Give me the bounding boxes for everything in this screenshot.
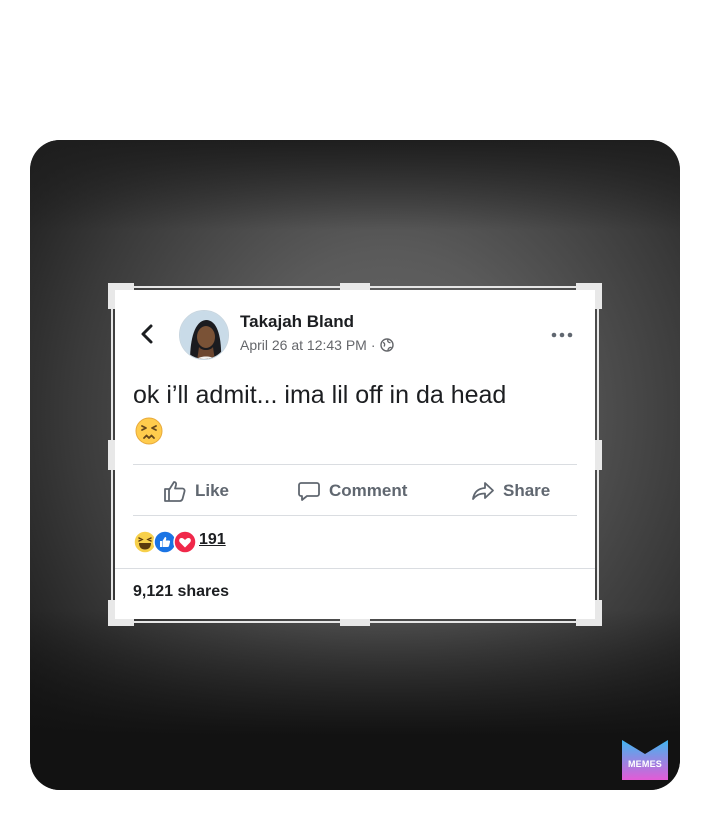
crop-handle-top-right-v[interactable] <box>595 283 602 309</box>
avatar-photo <box>180 311 228 359</box>
author-name[interactable]: Takajah Bland <box>240 312 354 332</box>
more-options-icon[interactable] <box>551 332 573 338</box>
comment-bubble-icon <box>298 482 320 501</box>
crop-handle-right-mid[interactable] <box>595 440 602 470</box>
crop-handle-bottom-right-v[interactable] <box>595 600 602 626</box>
comment-button[interactable]: Comment <box>297 478 407 504</box>
reaction-count[interactable]: 191 <box>199 531 226 549</box>
globe-icon <box>379 338 394 352</box>
memes-logo-label: MEMES <box>627 759 662 769</box>
actions-top-divider <box>133 464 577 465</box>
bottom-shade <box>30 610 680 790</box>
crop-handle-top-mid[interactable] <box>340 283 370 290</box>
post-card: Takajah Bland April 26 at 12:43 PM · ok … <box>115 290 595 619</box>
avatar[interactable] <box>179 310 229 360</box>
meta-separator: · <box>370 337 376 353</box>
shares-divider <box>115 568 595 569</box>
crop-handle-bottom-left-v[interactable] <box>108 600 115 626</box>
love-reaction-icon <box>173 530 197 554</box>
post-timestamp[interactable]: April 26 at 12:43 PM <box>240 337 367 353</box>
like-label: Like <box>195 481 230 500</box>
comment-label: Comment <box>329 481 408 500</box>
shares-count[interactable]: 9,121 shares <box>133 583 229 601</box>
like-button[interactable]: Like <box>163 478 229 504</box>
post-text: ok i’ll admit... ima lil off in da head <box>133 381 507 409</box>
crop-handle-left-mid[interactable] <box>108 440 115 470</box>
share-button[interactable]: Share <box>471 478 550 504</box>
actions-bottom-divider <box>133 515 577 516</box>
crop-handle-top-left-v[interactable] <box>108 283 115 309</box>
reaction-icons[interactable] <box>133 530 197 554</box>
crop-handle-bottom-mid[interactable] <box>340 619 370 626</box>
back-chevron-icon[interactable] <box>139 323 155 345</box>
post-meta: April 26 at 12:43 PM · <box>240 337 394 353</box>
top-shade <box>30 140 680 230</box>
share-label: Share <box>503 481 551 500</box>
share-arrow-icon <box>472 482 494 500</box>
thumbs-up-icon <box>164 481 186 502</box>
persevering-face-emoji <box>135 417 163 445</box>
